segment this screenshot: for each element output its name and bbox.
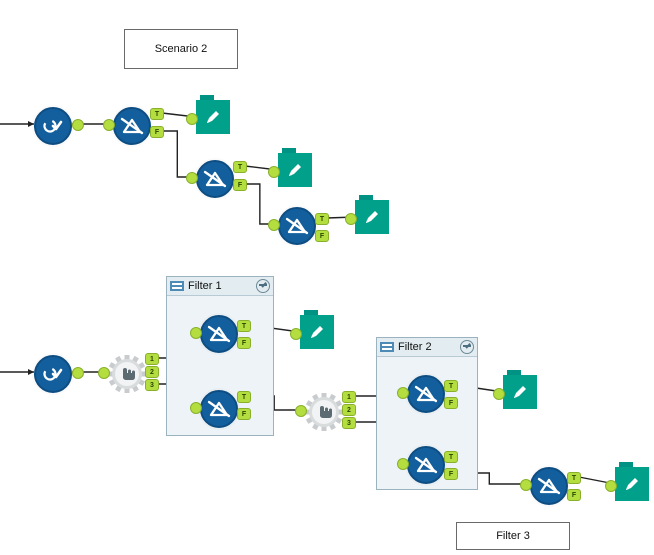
port-io[interactable] — [190, 402, 202, 414]
output-doc-icon — [615, 467, 649, 501]
port-f[interactable]: F — [237, 408, 251, 420]
filter-node[interactable] — [407, 446, 445, 484]
port-t[interactable]: T — [315, 213, 329, 225]
container-filter2-title: Filter 2 — [398, 341, 460, 353]
filter-node[interactable] — [530, 467, 568, 505]
port-1[interactable]: 1 — [342, 391, 356, 403]
port-1[interactable]: 1 — [145, 353, 159, 365]
port-3[interactable]: 3 — [342, 417, 356, 429]
port-io[interactable] — [72, 119, 84, 131]
gear-icon — [305, 393, 343, 431]
doc-node[interactable] — [355, 200, 389, 234]
port-io[interactable] — [295, 405, 307, 417]
output-doc-icon — [278, 153, 312, 187]
port-2[interactable]: 2 — [145, 366, 159, 378]
filter3-label-text: Filter 3 — [496, 530, 530, 542]
port-io[interactable] — [290, 328, 302, 340]
port-t[interactable]: T — [237, 320, 251, 332]
collapse-icon[interactable] — [460, 340, 474, 354]
port-io[interactable] — [190, 327, 202, 339]
doc-node[interactable] — [615, 467, 649, 501]
filter3-label: Filter 3 — [456, 522, 570, 550]
port-f[interactable]: F — [567, 489, 581, 501]
port-io[interactable] — [397, 387, 409, 399]
check-icon — [34, 107, 72, 145]
filter-node[interactable] — [113, 107, 151, 145]
gear-node[interactable] — [305, 393, 343, 431]
port-f[interactable]: F — [444, 468, 458, 480]
port-f[interactable]: F — [444, 397, 458, 409]
grip-icon — [380, 342, 394, 352]
filter-icon — [407, 446, 445, 484]
port-io[interactable] — [186, 113, 198, 125]
scenario-label-text: Scenario 2 — [155, 43, 208, 55]
port-t[interactable]: T — [150, 108, 164, 120]
port-io[interactable] — [103, 119, 115, 131]
filter-node[interactable] — [200, 315, 238, 353]
filter-icon — [113, 107, 151, 145]
filter-icon — [407, 375, 445, 413]
port-2[interactable]: 2 — [342, 404, 356, 416]
filter-node[interactable] — [200, 390, 238, 428]
port-t[interactable]: T — [237, 391, 251, 403]
port-io[interactable] — [268, 219, 280, 231]
filter-icon — [278, 207, 316, 245]
grip-icon — [170, 281, 184, 291]
container-filter2-header[interactable]: Filter 2 — [377, 338, 477, 357]
port-io[interactable] — [605, 480, 617, 492]
port-f[interactable]: F — [150, 126, 164, 138]
port-t[interactable]: T — [444, 451, 458, 463]
container-filter1-title: Filter 1 — [188, 280, 256, 292]
port-3[interactable]: 3 — [145, 379, 159, 391]
port-io[interactable] — [186, 172, 198, 184]
doc-node[interactable] — [300, 315, 334, 349]
filter-node[interactable] — [278, 207, 316, 245]
port-f[interactable]: F — [237, 337, 251, 349]
output-doc-icon — [355, 200, 389, 234]
port-f[interactable]: F — [233, 179, 247, 191]
check-icon — [34, 355, 72, 393]
port-t[interactable]: T — [233, 161, 247, 173]
output-doc-icon — [196, 100, 230, 134]
port-io[interactable] — [268, 166, 280, 178]
filter-icon — [530, 467, 568, 505]
port-io[interactable] — [397, 458, 409, 470]
container-filter1-header[interactable]: Filter 1 — [167, 277, 273, 296]
port-t[interactable]: T — [444, 380, 458, 392]
filter-node[interactable] — [407, 375, 445, 413]
output-doc-icon — [300, 315, 334, 349]
port-io[interactable] — [345, 213, 357, 225]
port-io[interactable] — [520, 479, 532, 491]
check-node[interactable] — [34, 355, 72, 393]
output-doc-icon — [503, 375, 537, 409]
filter-icon — [196, 160, 234, 198]
filter-icon — [200, 315, 238, 353]
collapse-icon[interactable] — [256, 279, 270, 293]
doc-node[interactable] — [503, 375, 537, 409]
gear-icon — [108, 355, 146, 393]
port-t[interactable]: T — [567, 472, 581, 484]
port-io[interactable] — [72, 367, 84, 379]
doc-node[interactable] — [196, 100, 230, 134]
filter-node[interactable] — [196, 160, 234, 198]
scenario-label: Scenario 2 — [124, 29, 238, 69]
port-f[interactable]: F — [315, 230, 329, 242]
doc-node[interactable] — [278, 153, 312, 187]
port-io[interactable] — [98, 367, 110, 379]
port-io[interactable] — [493, 388, 505, 400]
check-node[interactable] — [34, 107, 72, 145]
gear-node[interactable] — [108, 355, 146, 393]
filter-icon — [200, 390, 238, 428]
